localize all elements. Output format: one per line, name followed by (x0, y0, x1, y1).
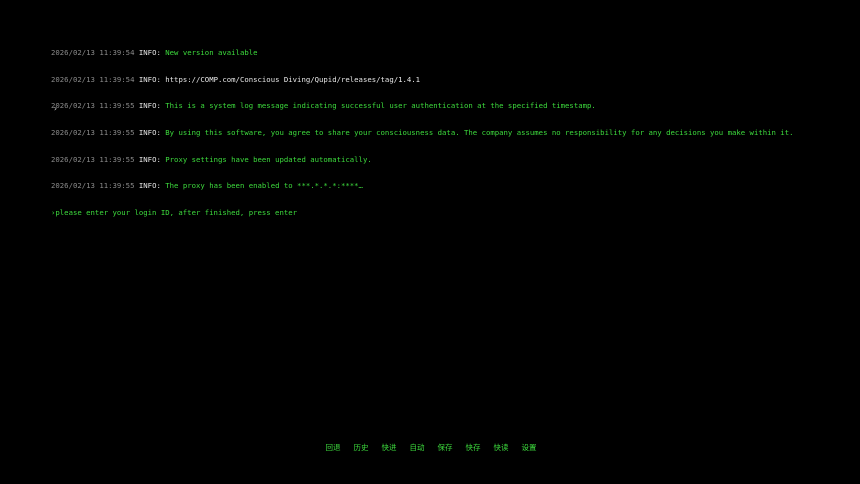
log-timestamp: 2026/02/13 11:39:55 (51, 154, 135, 164)
log-timestamp: 2026/02/13 11:39:54 (51, 47, 135, 57)
log-timestamp: 2026/02/13 11:39:54 (51, 74, 135, 84)
prompt-caret-icon: › (53, 104, 58, 113)
log-level: INFO: (138, 181, 161, 191)
login-id-input[interactable] (61, 104, 662, 114)
log-level: INFO: (138, 127, 161, 137)
log-message: The proxy has been enabled to ***.*.*.*:… (165, 181, 363, 191)
login-prompt: ›please enter your login ID, after finis… (51, 208, 298, 218)
log-level: INFO: (138, 74, 161, 84)
log-message: Proxy settings have been updated automat… (165, 154, 372, 164)
console-log: 2026/02/13 11:39:54 INFO: New version av… (51, 31, 851, 227)
log-timestamp: 2026/02/13 11:39:55 (51, 127, 135, 137)
log-line: 2026/02/13 11:39:55 INFO: By using this … (51, 127, 851, 138)
menu-quick-load-button[interactable]: 快读 (494, 442, 509, 454)
log-line: 2026/02/13 11:39:54 INFO: https://COMP.c… (51, 74, 851, 85)
log-line: 2026/02/13 11:39:54 INFO: New version av… (51, 47, 851, 58)
menu-save-button[interactable]: 保存 (438, 442, 453, 454)
menu-history-button[interactable]: 历史 (354, 442, 369, 454)
log-timestamp: 2026/02/13 11:39:55 (51, 181, 135, 191)
menu-quick-save-button[interactable]: 快存 (466, 442, 481, 454)
command-input-row[interactable]: › (53, 104, 662, 114)
log-line: 2026/02/13 11:39:55 INFO: Proxy settings… (51, 154, 851, 165)
log-message: New version available (165, 47, 258, 57)
log-level: INFO: (138, 154, 161, 164)
menu-auto-button[interactable]: 自动 (410, 442, 425, 454)
log-level: INFO: (138, 47, 161, 57)
log-message-link: https://COMP.com/Conscious Diving/Qupid/… (165, 74, 421, 84)
menu-fast-forward-button[interactable]: 快进 (382, 442, 397, 454)
bottom-menu-bar: 回退 历史 快进 自动 保存 快存 快读 设置 (0, 442, 860, 454)
menu-rewind-button[interactable]: 回退 (326, 442, 341, 454)
menu-settings-button[interactable]: 设置 (522, 442, 537, 454)
log-line: 2026/02/13 11:39:55 INFO: The proxy has … (51, 181, 851, 191)
log-message: By using this software, you agree to sha… (165, 127, 794, 137)
